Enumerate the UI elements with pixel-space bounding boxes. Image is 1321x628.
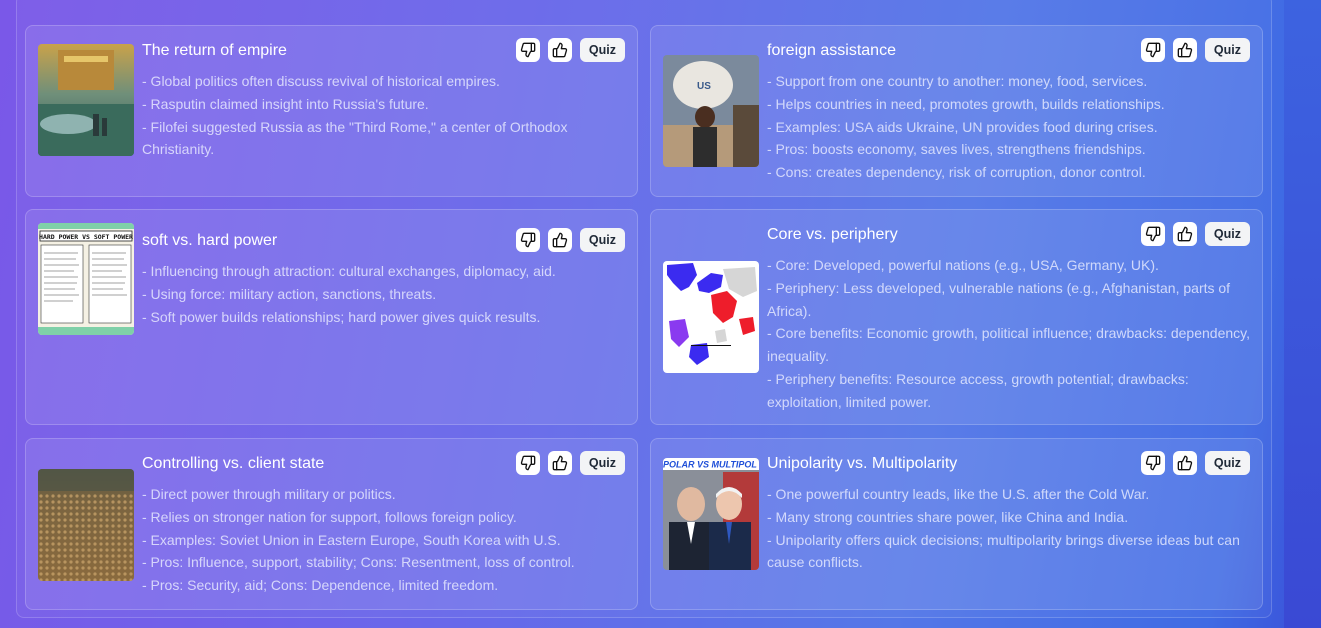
quiz-button[interactable]: Quiz	[579, 228, 625, 252]
card-actions: Quiz	[1140, 222, 1250, 246]
like-button[interactable]	[1172, 451, 1197, 475]
thumbs-down-icon	[520, 455, 536, 471]
page-edge-strip	[1284, 0, 1321, 628]
card-bullets: - Influencing through attraction: cultur…	[142, 260, 625, 328]
thumbs-up-icon	[1177, 42, 1193, 58]
bullet-item: - Pros: Influence, support, stability; C…	[142, 554, 575, 571]
dislike-button[interactable]	[515, 38, 540, 62]
card-actions: Quiz	[1140, 38, 1250, 62]
dislike-button[interactable]	[515, 451, 540, 475]
bullet-item: - Core benefits: Economic growth, politi…	[767, 325, 1250, 365]
thumbs-up-icon	[552, 232, 568, 248]
card-image-world-map	[663, 261, 759, 373]
bullet-item: - Pros: Security, aid; Cons: Dependence,…	[142, 577, 499, 594]
bullet-item: - Cons: creates dependency, risk of corr…	[767, 164, 1146, 181]
card-return-of-empire: The return of empire Quiz - Global polit…	[25, 25, 638, 197]
bullet-item: - Direct power through military or polit…	[142, 486, 396, 502]
card-bullets: - Support from one country to another: m…	[767, 70, 1250, 184]
quiz-button[interactable]: Quiz	[1204, 38, 1250, 62]
thumbs-up-icon	[1177, 226, 1193, 242]
dislike-button[interactable]	[1140, 451, 1165, 475]
quiz-button[interactable]: Quiz	[1204, 222, 1250, 246]
card-core-vs-periphery: Core vs. periphery Quiz - Core: Develope…	[650, 209, 1263, 425]
bullet-item: - Pros: boosts economy, saves lives, str…	[767, 141, 1146, 158]
like-button[interactable]	[547, 38, 572, 62]
card-bullets: - Core: Developed, powerful nations (e.g…	[767, 254, 1250, 414]
bullet-item: - Periphery benefits: Resource access, g…	[767, 370, 1189, 410]
thumbs-down-icon	[520, 42, 536, 58]
thumbs-down-icon	[1145, 226, 1161, 242]
bullet-item: - Global politics often discuss revival …	[142, 73, 500, 89]
bullet-item: - Many strong countries share power, lik…	[767, 508, 1129, 525]
bullet-item: - Examples: Soviet Union in Eastern Euro…	[142, 531, 561, 548]
card-title: foreign assistance	[767, 42, 896, 59]
bullet-item: - Core: Developed, powerful nations (e.g…	[767, 257, 1159, 273]
card-title: Core vs. periphery	[767, 226, 898, 243]
card-title: Controlling vs. client state	[142, 455, 325, 472]
bullet-item: - Support from one country to another: m…	[767, 73, 1148, 89]
bullet-item: - Soft power builds relationships; hard …	[142, 308, 541, 325]
bullet-item: - Rasputin claimed insight into Russia's…	[142, 95, 429, 112]
card-soft-vs-hard-power: HARD POWER VS SOFT POWER soft vs. hard p…	[25, 209, 638, 425]
card-actions: Quiz	[1140, 451, 1250, 475]
card-controlling-vs-client-state: Controlling vs. client state Quiz - Dire…	[25, 438, 638, 610]
dislike-button[interactable]	[1140, 222, 1165, 246]
card-bullets: - One powerful country leads, like the U…	[767, 483, 1250, 574]
quiz-button[interactable]: Quiz	[1204, 451, 1250, 475]
card-image-two-leaders: POLAR VS MULTIPOL	[663, 458, 759, 570]
image-banner-text: POLAR VS MULTIPOL	[663, 460, 757, 470]
dislike-button[interactable]	[515, 228, 540, 252]
bullet-item: - Unipolarity offers quick decisions; mu…	[767, 531, 1240, 571]
bullet-item: - Influencing through attraction: cultur…	[142, 263, 556, 279]
card-title: Unipolarity vs. Multipolarity	[767, 455, 958, 472]
like-button[interactable]	[1172, 38, 1197, 62]
card-actions: Quiz	[515, 228, 625, 252]
quiz-button[interactable]: Quiz	[579, 451, 625, 475]
thumbs-up-icon	[1177, 455, 1193, 471]
quiz-button[interactable]: Quiz	[579, 38, 625, 62]
bullet-item: - Relies on stronger nation for support,…	[142, 508, 517, 525]
bullet-item: - Using force: military action, sanction…	[142, 285, 437, 302]
svg-text:US: US	[697, 81, 711, 92]
bullet-item: - Periphery: Less developed, vulnerable …	[767, 279, 1231, 319]
like-button[interactable]	[547, 228, 572, 252]
card-image-aid-child: US	[663, 55, 759, 167]
card-image-power-poster: HARD POWER VS SOFT POWER	[38, 223, 134, 335]
like-button[interactable]	[547, 451, 572, 475]
card-actions: Quiz	[515, 38, 625, 62]
bullet-item: - Examples: USA aids Ukraine, UN provide…	[767, 118, 1158, 135]
thumbs-up-icon	[552, 42, 568, 58]
thumbs-down-icon	[1145, 455, 1161, 471]
bullet-item: - Helps countries in need, promotes grow…	[767, 95, 1165, 112]
card-title: soft vs. hard power	[142, 232, 278, 249]
bullet-item: - Filofei suggested Russia as the "Third…	[142, 118, 568, 158]
card-bullets: - Global politics often discuss revival …	[142, 70, 625, 161]
dislike-button[interactable]	[1140, 38, 1165, 62]
card-title: The return of empire	[142, 42, 287, 59]
like-button[interactable]	[1172, 222, 1197, 246]
card-image-soldier-crowd	[38, 469, 134, 581]
poster-heading: HARD POWER VS SOFT POWER	[39, 233, 133, 241]
card-actions: Quiz	[515, 451, 625, 475]
card-unipolarity-vs-multipolarity: POLAR VS MULTIPOL Unipolarity vs. Multip…	[650, 438, 1263, 610]
thumbs-up-icon	[552, 455, 568, 471]
thumbs-down-icon	[1145, 42, 1161, 58]
thumbs-down-icon	[520, 232, 536, 248]
card-image-fantasy-castle	[38, 44, 134, 156]
card-bullets: - Direct power through military or polit…	[142, 483, 625, 597]
card-foreign-assistance: US foreign assistance Quiz - Support fro…	[650, 25, 1263, 197]
bullet-item: - One powerful country leads, like the U…	[767, 486, 1150, 502]
